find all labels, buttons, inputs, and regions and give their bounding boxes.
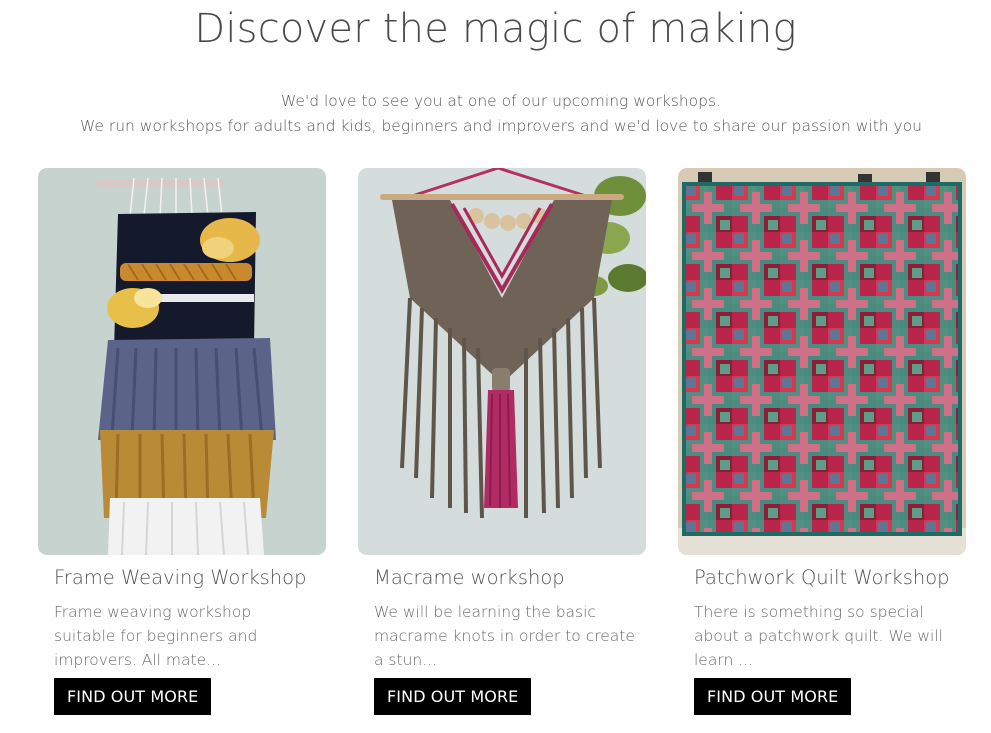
macrame-wall-hanging-photo xyxy=(358,168,646,555)
workshop-description: There is something so special about a pa… xyxy=(694,603,943,669)
intro-line-1: We'd love to see you at one of our upcom… xyxy=(281,92,721,110)
workshop-card-frame-weaving: Frame Weaving Workshop Frame weaving wor… xyxy=(38,168,326,715)
find-out-more-button[interactable]: FIND OUT MORE xyxy=(374,678,532,715)
workshop-title[interactable]: Macrame workshop xyxy=(358,566,646,589)
workshop-image-weaving[interactable] xyxy=(38,168,326,555)
patchwork-quilt-photo xyxy=(678,168,966,555)
page-title: Discover the magic of making xyxy=(194,6,797,52)
find-out-more-button[interactable]: FIND OUT MORE xyxy=(54,678,212,715)
intro-line-2: We run workshops for adults and kids, be… xyxy=(79,117,923,135)
intro-text: We'd love to see you at one of our upcom… xyxy=(0,89,991,139)
workshop-title[interactable]: Patchwork Quilt Workshop xyxy=(678,566,966,589)
workshop-description: We will be learning the basic macrame kn… xyxy=(374,603,635,669)
find-out-more-button[interactable]: FIND OUT MORE xyxy=(694,678,852,715)
workshop-title[interactable]: Frame Weaving Workshop xyxy=(38,566,326,589)
workshop-card-patchwork: Patchwork Quilt Workshop There is someth… xyxy=(678,168,966,715)
workshop-image-patchwork[interactable] xyxy=(678,168,966,555)
woven-wall-hanging-photo xyxy=(38,168,326,555)
workshop-description: Frame weaving workshop suitable for begi… xyxy=(54,603,258,669)
workshop-card-macrame: Macrame workshop We will be learning the… xyxy=(358,168,646,715)
workshop-image-macrame[interactable] xyxy=(358,168,646,555)
